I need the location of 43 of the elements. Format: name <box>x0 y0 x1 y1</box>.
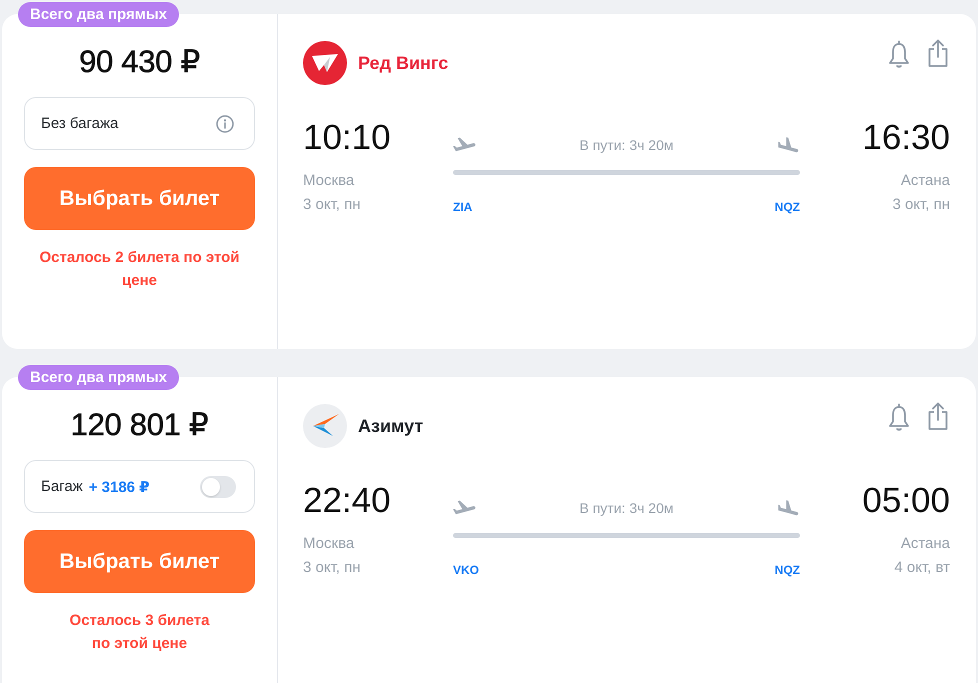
bell-icon[interactable] <box>887 40 911 70</box>
share-icon[interactable] <box>926 38 950 68</box>
ticket-price: 90 430 ₽ <box>79 43 200 81</box>
flight-duration: В пути: 3ч 20м <box>580 500 674 516</box>
arrival-city: Астана <box>900 171 950 191</box>
tickets-left-warning: Осталось 2 билета по этой цене <box>38 248 241 291</box>
landing-plane-icon <box>777 500 800 516</box>
departure-date: 3 окт, пн <box>303 558 362 578</box>
ticket-price: 120 801 ₽ <box>70 406 208 444</box>
arrival-airport-code[interactable]: NQZ <box>774 562 800 578</box>
airline-name: Ред Вингс <box>358 52 448 74</box>
departure-time: 22:40 <box>303 481 392 521</box>
baggage-price: + 3186 ₽ <box>88 478 150 496</box>
bell-icon[interactable] <box>887 403 911 433</box>
airline-name: Азимут <box>358 416 424 436</box>
direct-flights-badge: Всего два прямых <box>18 365 179 390</box>
departure-airport-code[interactable]: ZIA <box>453 199 472 215</box>
departure-time: 10:10 <box>303 118 392 158</box>
arrival-airport-code[interactable]: NQZ <box>774 199 800 215</box>
landing-plane-icon <box>777 137 800 153</box>
arrival-date: 3 окт, пн <box>891 195 950 215</box>
airline-logo-icon <box>303 404 347 448</box>
info-icon[interactable] <box>216 114 234 132</box>
departure-date: 3 окт, пн <box>303 195 362 215</box>
departure-city: Москва <box>303 534 356 554</box>
baggage-label: Багаж <box>41 478 83 495</box>
arrival-time: 05:00 <box>861 481 950 521</box>
baggage-toggle[interactable] <box>200 476 236 498</box>
arrival-time: 16:30 <box>861 118 950 158</box>
takeoff-plane-icon <box>453 137 476 153</box>
tickets-left-warning: Осталось 3 билета по этой цене <box>68 611 210 654</box>
arrival-date: 4 окт, вт <box>893 558 950 578</box>
departure-airport-code[interactable]: VKO <box>453 562 480 578</box>
share-icon[interactable] <box>926 401 950 431</box>
departure-city: Москва <box>303 171 356 191</box>
flight-duration: В пути: 3ч 20м <box>580 137 674 153</box>
select-ticket-button[interactable]: Выбрать билет <box>24 167 255 230</box>
takeoff-plane-icon <box>453 500 476 516</box>
arrival-city: Астана <box>900 534 950 554</box>
direct-flights-badge: Всего два прямых <box>18 2 179 27</box>
select-ticket-button[interactable]: Выбрать билет <box>24 530 255 593</box>
airline-logo-icon <box>303 41 347 85</box>
baggage-label: Без багажа <box>41 115 118 132</box>
